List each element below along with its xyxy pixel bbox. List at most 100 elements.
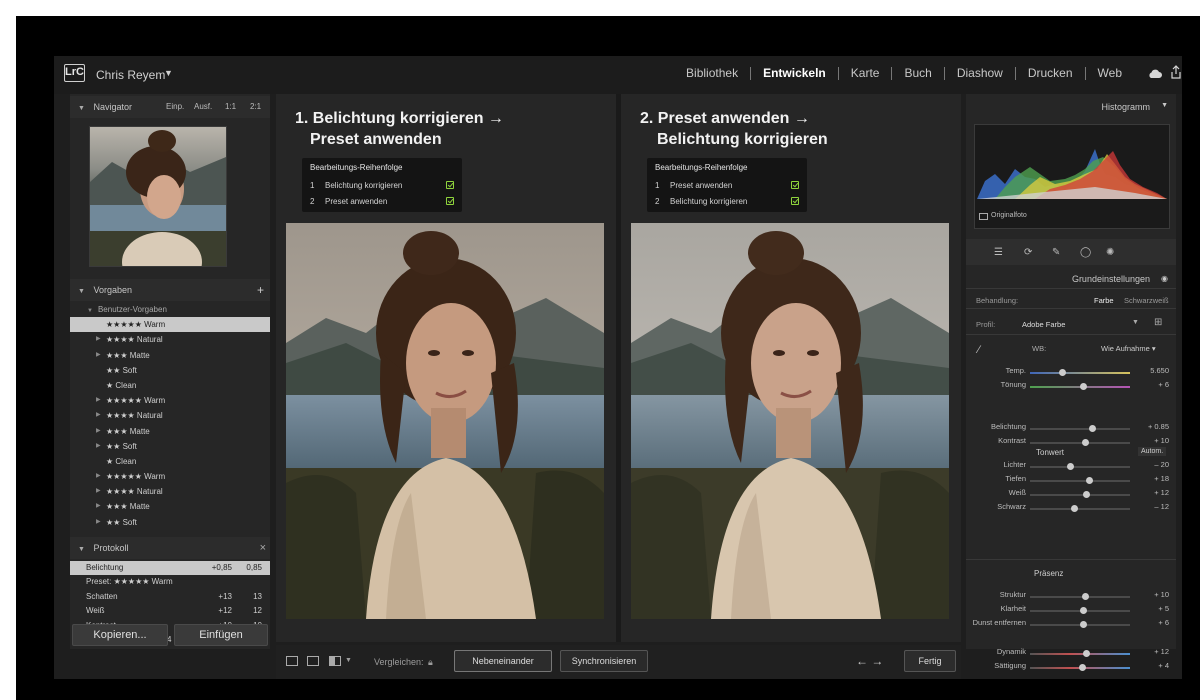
expand-triangle-icon[interactable]: ▶ xyxy=(96,469,101,484)
preset-item[interactable]: ▶ ★★★★★ Warm xyxy=(70,469,270,484)
slider-value[interactable]: – 20 xyxy=(1154,460,1169,469)
side-by-side-icon[interactable] xyxy=(329,656,341,666)
module-diashow[interactable]: Diashow xyxy=(943,67,1015,80)
slider-knob[interactable] xyxy=(1066,463,1074,470)
preset-item[interactable]: ★★ Soft xyxy=(70,363,270,378)
done-button[interactable]: Fertig xyxy=(904,650,956,672)
slider-knob[interactable] xyxy=(1081,593,1089,600)
wb-value[interactable]: Wie Aufnahme ▾ xyxy=(1101,344,1156,353)
crop-icon[interactable]: ⟳ xyxy=(1024,247,1032,258)
slider-track[interactable] xyxy=(1030,508,1130,510)
preset-item[interactable]: ★★★★★ Warm xyxy=(70,317,270,333)
slider-track[interactable] xyxy=(1030,442,1130,444)
preset-item[interactable]: ▶ ★★ Soft xyxy=(70,439,270,454)
profile-value[interactable]: Adobe Farbe xyxy=(1022,320,1065,329)
zoom-1-1[interactable]: 1:1 xyxy=(225,96,236,118)
slider-value[interactable]: + 12 xyxy=(1154,488,1169,497)
module-web[interactable]: Web xyxy=(1084,67,1134,80)
zoom-2-1[interactable]: 2:1 xyxy=(250,96,261,118)
redeye-icon[interactable]: ✺ xyxy=(1106,247,1114,258)
sync-button[interactable]: Synchronisieren xyxy=(560,650,648,672)
slider-track[interactable] xyxy=(1030,428,1130,430)
zoom-fill[interactable]: Ausf. xyxy=(194,96,212,118)
treatment-color[interactable]: Farbe xyxy=(1094,296,1114,305)
eye-icon[interactable]: ◉ xyxy=(1161,274,1168,283)
copy-button[interactable]: Kopieren... xyxy=(72,624,168,646)
preset-item[interactable]: ▶ ★★★★ Natural xyxy=(70,332,270,347)
module-entwickeln[interactable]: Entwickeln xyxy=(750,67,838,80)
paste-button[interactable]: Einfügen xyxy=(174,624,268,646)
history-step[interactable]: Weiß +12 12 xyxy=(70,604,270,618)
eyedropper-icon[interactable]: ∕ xyxy=(978,344,980,356)
slider-value[interactable]: – 12 xyxy=(1154,502,1169,511)
zoom-fit[interactable]: Einp. xyxy=(166,96,184,118)
preset-group[interactable]: ▼ Benutzer-Vorgaben xyxy=(70,302,270,317)
preset-item[interactable]: ★ Clean xyxy=(70,378,270,393)
before-after-icon[interactable] xyxy=(307,656,319,666)
close-icon[interactable]: × xyxy=(260,537,266,559)
expand-triangle-icon[interactable]: ▼ xyxy=(87,308,93,314)
slider-value[interactable]: + 12 xyxy=(1154,647,1169,656)
preset-item[interactable]: ▶ ★★★★ Natural xyxy=(70,484,270,499)
preset-item[interactable]: ▶ ★★★ Matte xyxy=(70,499,270,514)
loupe-view-icon[interactable] xyxy=(286,656,298,666)
preset-item[interactable]: ▶ ★★★ Matte xyxy=(70,424,270,439)
preset-item[interactable]: ★ Clean xyxy=(70,454,270,469)
history-step[interactable]: Schatten +13 13 xyxy=(70,590,270,604)
slider-track[interactable] xyxy=(1030,466,1130,468)
slider-track[interactable] xyxy=(1030,372,1130,374)
expand-triangle-icon[interactable]: ▶ xyxy=(96,424,101,439)
preset-item[interactable]: ▶ ★★ Soft xyxy=(70,515,270,530)
slider-knob[interactable] xyxy=(1079,607,1087,614)
side-by-side-button[interactable]: Nebeneinander xyxy=(454,650,552,672)
slider-value[interactable]: + 10 xyxy=(1154,436,1169,445)
slider-knob[interactable] xyxy=(1082,491,1090,498)
expand-triangle-icon[interactable]: ▶ xyxy=(96,515,101,530)
expand-triangle-icon[interactable]: ▶ xyxy=(96,393,101,408)
add-preset-icon[interactable]: + xyxy=(257,279,264,301)
user-name[interactable]: Chris Reyem xyxy=(96,68,165,82)
module-karte[interactable]: Karte xyxy=(837,67,892,80)
preset-item[interactable]: ▶ ★★★★ Natural xyxy=(70,408,270,423)
adjust-icon[interactable]: ☰ xyxy=(994,247,1003,258)
slider-value[interactable]: 5.650 xyxy=(1150,366,1169,375)
slider-knob[interactable] xyxy=(1081,439,1089,446)
navigator-preview[interactable] xyxy=(89,126,227,292)
brush-icon[interactable]: ✎ xyxy=(1052,247,1060,258)
preset-item[interactable]: ▶ ★★★ Matte xyxy=(70,348,270,363)
expand-triangle-icon[interactable]: ▶ xyxy=(96,439,101,454)
history-step[interactable]: Belichtung +0,85 0,85 xyxy=(70,561,270,576)
swap-arrows-icon[interactable]: ← → xyxy=(856,654,883,668)
module-drucken[interactable]: Drucken xyxy=(1014,67,1085,80)
slider-knob[interactable] xyxy=(1079,383,1087,390)
slider-track[interactable] xyxy=(1030,494,1130,496)
slider-track[interactable] xyxy=(1030,596,1130,598)
cloud-icon[interactable] xyxy=(1148,68,1162,79)
presets-header[interactable]: ▼ Vorgaben + xyxy=(70,279,270,301)
before-photo[interactable] xyxy=(286,223,604,619)
slider-value[interactable]: + 5 xyxy=(1158,604,1169,613)
collapse-triangle-icon[interactable]: ▼ xyxy=(1161,102,1168,109)
chevron-down-icon[interactable]: ▼ xyxy=(1132,319,1139,326)
expand-triangle-icon[interactable]: ▶ xyxy=(96,348,101,363)
slider-value[interactable]: + 0.85 xyxy=(1148,422,1169,431)
after-photo[interactable] xyxy=(631,223,949,619)
slider-knob[interactable] xyxy=(1058,369,1066,376)
slider-value[interactable]: + 4 xyxy=(1158,661,1169,670)
expand-triangle-icon[interactable]: ▶ xyxy=(96,499,101,514)
expand-triangle-icon[interactable]: ▶ xyxy=(96,408,101,423)
mask-icon[interactable]: ◯ xyxy=(1080,247,1091,258)
treatment-bw[interactable]: Schwarzweiß xyxy=(1124,296,1169,305)
profile-browser-icon[interactable]: ⊞ xyxy=(1154,317,1162,328)
slider-knob[interactable] xyxy=(1078,664,1086,671)
collapse-triangle-icon[interactable]: ▼ xyxy=(78,546,85,553)
collapse-triangle-icon[interactable]: ▼ xyxy=(78,288,85,295)
slider-value[interactable]: + 10 xyxy=(1154,590,1169,599)
navigator-header[interactable]: ▼ Navigator Einp. Ausf. 1:1 2:1 xyxy=(70,96,270,118)
slider-value[interactable]: + 6 xyxy=(1158,618,1169,627)
chevron-down-icon[interactable]: ▼ xyxy=(345,657,352,664)
chevron-down-icon[interactable]: ▼ xyxy=(164,68,173,78)
preset-item[interactable]: ▶ ★★★★★ Warm xyxy=(70,393,270,408)
slider-knob[interactable] xyxy=(1079,621,1087,628)
expand-triangle-icon[interactable]: ▶ xyxy=(96,484,101,499)
